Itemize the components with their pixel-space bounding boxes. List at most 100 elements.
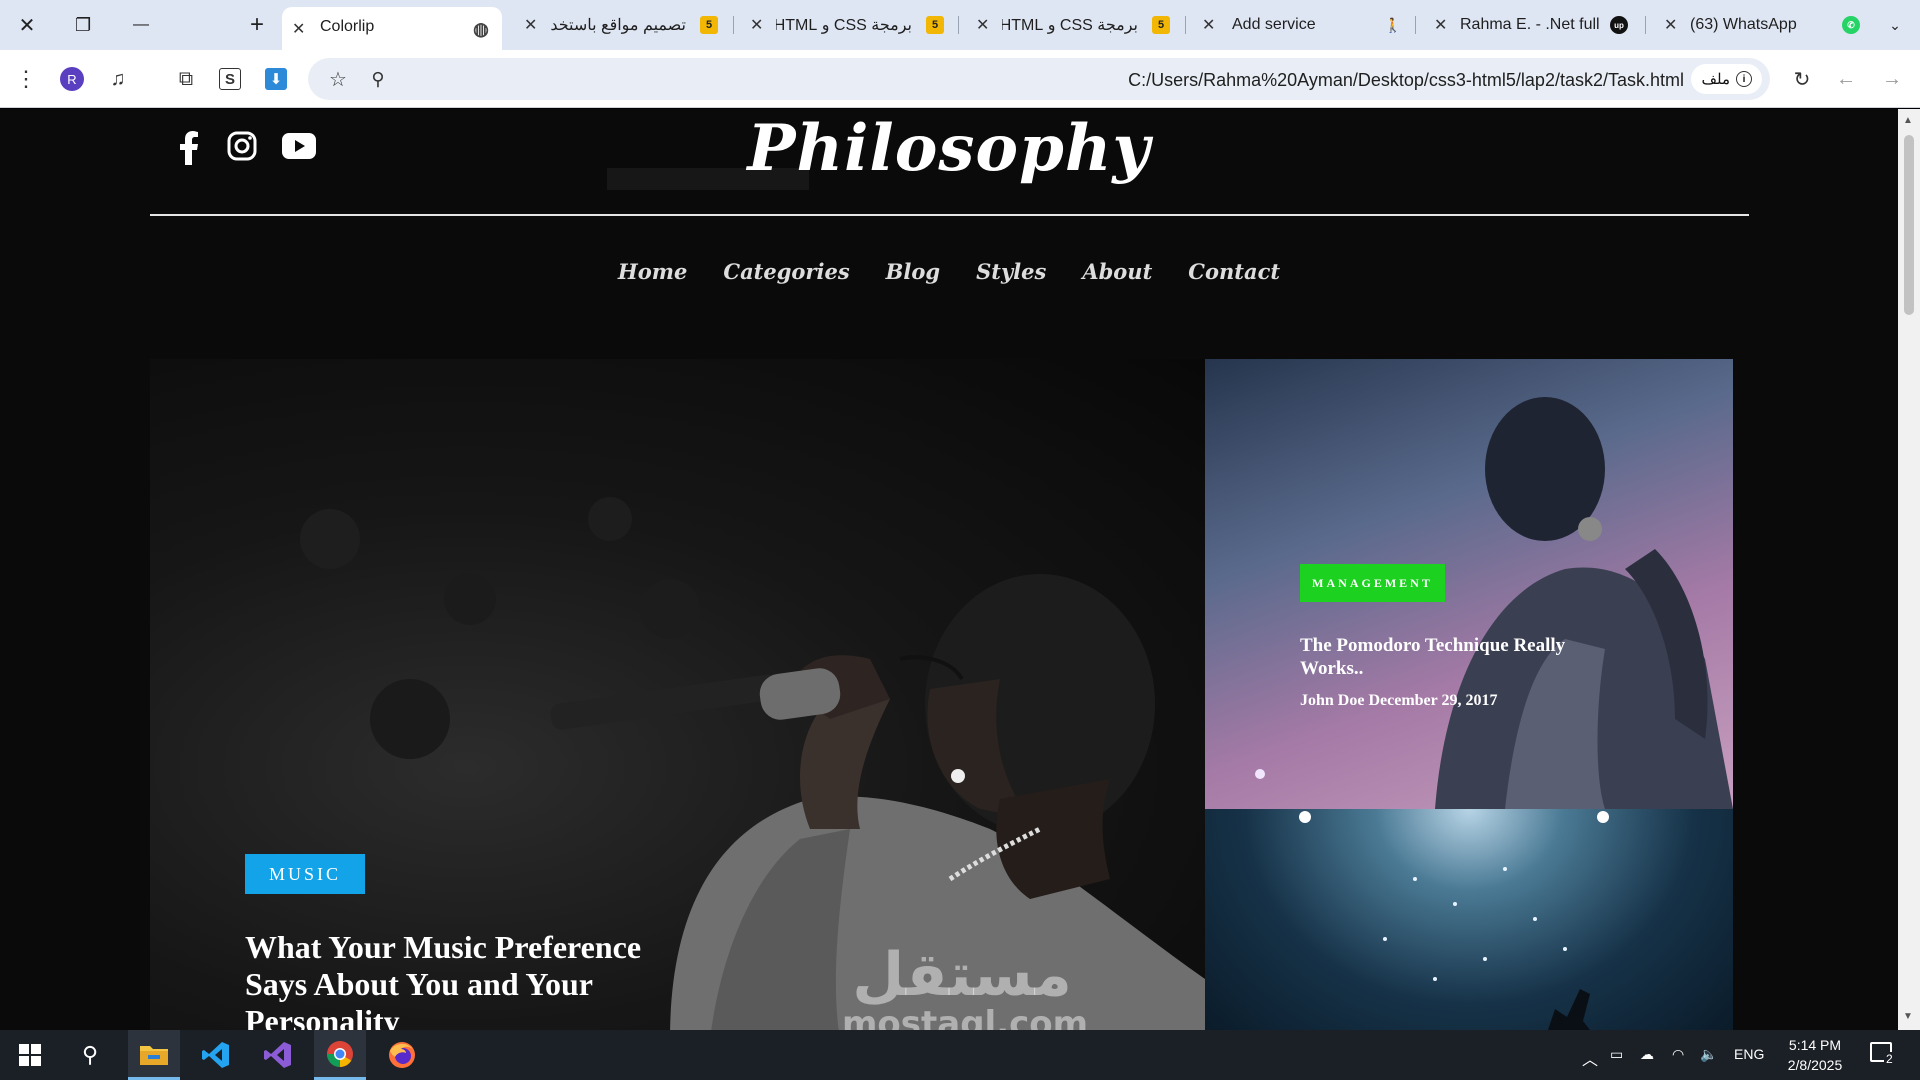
category-tag-management[interactable]: MANAGEMENT [1300, 564, 1445, 602]
site-logo[interactable]: Philosophy [0, 111, 1898, 186]
card1-title-line: Works.. [1300, 658, 1364, 679]
nav-blog[interactable]: Blog [886, 259, 940, 284]
tab-hsoub-web-design[interactable]: ✕ تصميم مواقع باستخدا - 5 [518, 7, 728, 43]
clock-time: 5:14 PM [1788, 1037, 1842, 1053]
hsoub-academy-icon: 5 [1152, 16, 1170, 34]
hsoub-academy-icon: 5 [700, 16, 718, 34]
profile-avatar[interactable]: R [56, 63, 88, 95]
category-tag-music[interactable]: MUSIC [245, 854, 365, 894]
tab-separator [733, 16, 734, 34]
firefox-icon[interactable] [376, 1030, 428, 1080]
volume-icon[interactable]: 🔈 [1700, 1046, 1717, 1063]
hsoub-academy-icon: 5 [926, 16, 944, 34]
globe-icon: ◍ [473, 18, 489, 39]
chrome-icon[interactable] [314, 1030, 366, 1080]
bookmark-star-icon[interactable]: ☆ [322, 63, 354, 95]
search-icon[interactable]: ⚲ [64, 1030, 116, 1080]
wifi-icon[interactable]: ◠ [1672, 1046, 1684, 1063]
onedrive-icon[interactable]: ☁ [1640, 1046, 1654, 1063]
file-explorer-icon[interactable] [128, 1030, 180, 1080]
reload-icon[interactable]: ↻ [1786, 63, 1818, 95]
url-text[interactable]: C:/Users/Rahma%20Ayman/Desktop/css3-html… [1128, 70, 1684, 91]
media-controls-icon[interactable]: ♫ [102, 63, 134, 95]
vscode-icon[interactable] [190, 1030, 242, 1080]
new-tab-button[interactable]: + [242, 10, 272, 40]
page-scrollbar[interactable]: ▲ ▼ [1898, 109, 1920, 1030]
tab-title: (63) WhatsApp [1690, 16, 1797, 33]
window-restore-button[interactable]: ❐ [68, 10, 98, 40]
tab-untitled[interactable]: 🚶 [1370, 7, 1410, 43]
tab-close-icon[interactable]: ✕ [1434, 15, 1447, 35]
tab-title: تصميم مواقع باستخدا - [550, 17, 686, 34]
windows-taskbar: ⚲ ︿ ▭ ☁ ◠ 🔈 ENG 5:14 PM 2/8/2025 2 [0, 1030, 1920, 1080]
card1-post-title[interactable]: The Pomodoro Technique Really Works.. [1300, 634, 1565, 680]
tab-upwork-profile[interactable]: ✕ Rahma E. - .Net full s up [1428, 7, 1638, 43]
tab-add-service[interactable]: ✕ Add service [1196, 7, 1366, 43]
visual-studio-icon[interactable] [252, 1030, 304, 1080]
tab-search-button[interactable]: ⌄ [1880, 10, 1910, 40]
tab-title: Add service [1232, 16, 1316, 33]
tab-close-icon[interactable]: ✕ [1202, 15, 1215, 35]
tab-close-icon[interactable]: ✕ [750, 15, 763, 35]
hero-post-title[interactable]: What Your Music Preference Says About Yo… [245, 929, 641, 1030]
card1-title-line: The Pomodoro Technique Really [1300, 635, 1566, 656]
forward-arrow-icon[interactable]: → [1876, 63, 1908, 95]
scrollbar-thumb[interactable] [1904, 135, 1914, 315]
scroll-up-arrow-icon[interactable]: ▲ [1903, 115, 1913, 126]
system-clock[interactable]: 5:14 PM 2/8/2025 [1770, 1035, 1860, 1075]
download-badge: ⬇ [265, 68, 287, 90]
clock-date: 2/8/2025 [1787, 1057, 1843, 1073]
scroll-down-arrow-icon[interactable]: ▼ [1903, 1011, 1913, 1022]
tab-hsoub-course-2[interactable]: ✕ برمجة CSS و HTML | - 5 [744, 7, 954, 43]
tab-whatsapp[interactable]: ✕ (63) WhatsApp ✆ [1658, 7, 1868, 43]
back-arrow-icon[interactable]: ← [1830, 63, 1862, 95]
nav-contact[interactable]: Contact [1188, 259, 1280, 284]
nav-categories[interactable]: Categories [723, 259, 849, 284]
nav-about[interactable]: About [1082, 259, 1152, 284]
mostaql-watermark: مستقل mostaql.com [842, 940, 1089, 1030]
tab-separator [1415, 16, 1416, 34]
site-info-chip[interactable]: ملف i [1691, 64, 1762, 94]
extensions-puzzle-icon[interactable]: ⧉ [170, 63, 202, 95]
tab-title: برمجة CSS و HTML | - [776, 17, 912, 34]
main-nav: Home Categories Blog Styles About Contac… [0, 259, 1898, 284]
start-windows-icon[interactable] [4, 1030, 56, 1080]
tab-close-icon[interactable]: ✕ [524, 15, 537, 35]
language-indicator[interactable]: ENG [1734, 1046, 1764, 1062]
tab-separator [1645, 16, 1646, 34]
battery-icon[interactable]: ▭ [1610, 1046, 1623, 1063]
s-badge: S [219, 68, 241, 90]
watermark-latin: mostaql.com [842, 1004, 1089, 1030]
menu-kebab-icon[interactable]: ⋮ [10, 63, 42, 95]
tab-close-icon[interactable]: ✕ [292, 19, 305, 39]
info-icon: i [1736, 71, 1752, 87]
post-card-management[interactable]: MANAGEMENT The Pomodoro Technique Really… [1205, 359, 1733, 809]
tab-close-icon[interactable]: ✕ [976, 15, 989, 35]
tab-colorlip[interactable]: ◍ Colorlip ✕ [282, 7, 502, 50]
upwork-icon: up [1610, 16, 1628, 34]
avatar: R [60, 67, 84, 91]
tray-overflow-chevron-icon[interactable]: ︿ [1582, 1046, 1598, 1070]
s-extension-icon[interactable]: S [214, 63, 246, 95]
featured-post-hero[interactable]: MUSIC What Your Music Preference Says Ab… [150, 359, 1205, 1030]
window-close-button[interactable]: ✕ [12, 10, 42, 40]
header-divider [150, 214, 1749, 216]
whatsapp-icon: ✆ [1842, 16, 1860, 34]
tab-hsoub-course-1[interactable]: ✕ برمجة CSS و HTML | - 5 [970, 7, 1180, 43]
zoom-search-icon[interactable]: ⚲ [362, 63, 394, 95]
hero-title-line: Personality [245, 1003, 400, 1030]
watermark-arabic: مستقل [852, 940, 1072, 1010]
nav-home[interactable]: Home [618, 259, 687, 284]
tab-close-icon[interactable]: ✕ [1664, 15, 1677, 35]
post-card-concert[interactable] [1205, 809, 1733, 1030]
browser-toolbar: ⋮ R ♫ ⧉ S ⬇ ☆ ⚲ C:/Users/Rahma%20Ayman/D… [0, 50, 1920, 108]
tab-title: Rahma E. - .Net full s [1460, 16, 1600, 33]
notification-count: 2 [1884, 1052, 1895, 1066]
file-chip-label: ملف [1701, 71, 1730, 88]
download-manager-icon[interactable]: ⬇ [260, 63, 292, 95]
nav-styles[interactable]: Styles [976, 259, 1046, 284]
notification-center-icon[interactable]: 2 [1870, 1042, 1895, 1066]
address-bar[interactable]: ☆ ⚲ C:/Users/Rahma%20Ayman/Desktop/css3-… [308, 58, 1770, 100]
window-minimize-button[interactable]: — [126, 10, 156, 40]
tab-title: برمجة CSS و HTML | - [1002, 17, 1138, 34]
